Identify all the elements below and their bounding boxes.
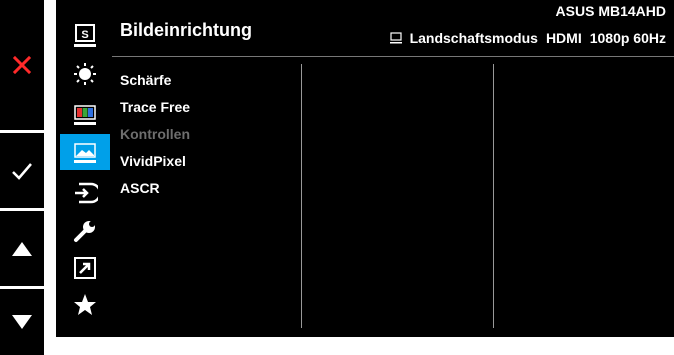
up-button[interactable]: [0, 211, 44, 286]
column-divider: [301, 64, 302, 328]
category-color[interactable]: [60, 96, 110, 132]
blue-light-filter-icon: [74, 63, 96, 85]
hardware-key-strip: [0, 0, 44, 355]
menu-item-trace-free[interactable]: Trace Free: [120, 94, 190, 121]
page-title: Bildeinrichtung: [120, 20, 252, 40]
image-icon: [74, 143, 96, 163]
color-icon: [74, 105, 96, 125]
splendid-icon: S: [74, 24, 96, 47]
category-shortcut[interactable]: [60, 250, 110, 286]
confirm-button[interactable]: [0, 133, 44, 208]
system-setup-icon: [74, 221, 95, 242]
image-menu: Schärfe Trace Free Kontrollen VividPixel…: [120, 67, 190, 202]
menu-item-vividpixel[interactable]: VividPixel: [120, 148, 190, 175]
up-arrow-icon: [12, 241, 32, 256]
menu-item-kontrollen: Kontrollen: [120, 126, 190, 142]
osd-category-column: S: [56, 0, 112, 337]
status-bar: Landschaftsmodus HDMI 1080p 60Hz: [389, 30, 666, 46]
monitor-model: ASUS MB14AHD: [555, 3, 666, 19]
close-button[interactable]: [0, 0, 44, 130]
category-image[interactable]: [60, 134, 110, 170]
status-resolution: 1080p 60Hz: [589, 30, 666, 46]
header-divider: [112, 56, 674, 57]
category-system-setup[interactable]: [60, 213, 110, 249]
menu-item-schaerfe[interactable]: Schärfe: [120, 67, 190, 94]
monitor-icon: [389, 32, 402, 44]
category-splendid[interactable]: S: [60, 18, 110, 54]
osd-panel: S Bildeinrichtung ASUS MB14AHD Landschaf…: [56, 0, 674, 337]
splendid-icon-label: S: [81, 29, 88, 41]
input-select-icon: [75, 182, 98, 204]
close-icon: [13, 56, 31, 74]
menu-item-ascr[interactable]: ASCR: [120, 175, 190, 202]
status-input: HDMI: [545, 30, 582, 46]
column-divider: [493, 64, 494, 328]
down-arrow-icon: [12, 315, 32, 329]
shortcut-icon: [74, 257, 96, 279]
down-button[interactable]: [0, 289, 44, 355]
status-mode: Landschaftsmodus: [409, 30, 538, 46]
osd-content: Bildeinrichtung ASUS MB14AHD Landschafts…: [112, 0, 674, 337]
category-myfavorite[interactable]: [60, 287, 110, 323]
category-blue-light-filter[interactable]: [60, 56, 110, 92]
category-input-select[interactable]: [60, 175, 110, 211]
myfavorite-icon: [74, 294, 96, 315]
checkmark-icon: [12, 162, 32, 180]
